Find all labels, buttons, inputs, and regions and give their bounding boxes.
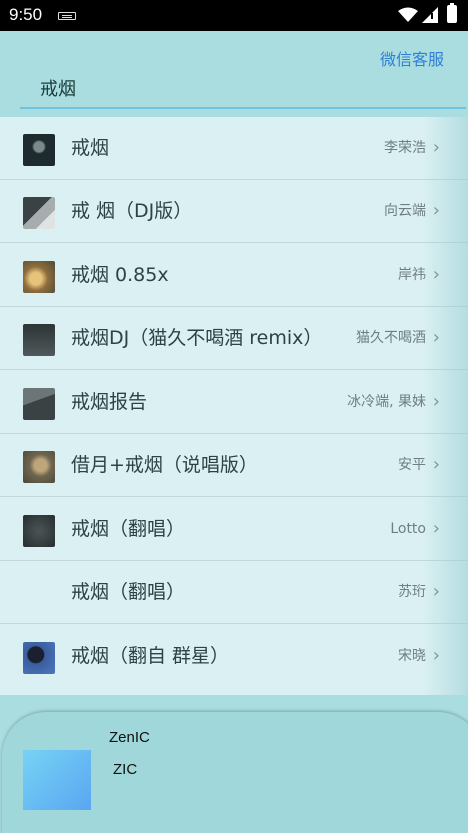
result-row[interactable]: 戒烟（翻唱） 苏珩 ›	[0, 561, 468, 624]
song-thumbnail	[23, 134, 55, 166]
player-artist: ZIC	[113, 761, 138, 778]
song-thumbnail	[23, 261, 55, 293]
wechat-service-link[interactable]: 微信客服	[380, 46, 444, 70]
status-time: 9:50	[9, 5, 43, 24]
song-thumbnail	[23, 197, 55, 229]
signal-icon	[422, 7, 438, 23]
song-title: 戒 烟（DJ版）	[71, 200, 193, 222]
song-title: 戒烟报告	[71, 391, 148, 413]
result-row[interactable]: 戒烟报告 冰冷端, 果妹 ›	[0, 371, 468, 434]
song-artist: Lotto	[390, 521, 426, 537]
search-results-list: 戒烟 李荣浩 › 戒 烟（DJ版） 向云端 › 戒烟 0.85x 岸祎 › 戒烟…	[0, 117, 468, 695]
song-thumbnail	[23, 388, 55, 420]
chevron-right-icon: ›	[432, 454, 440, 475]
song-title: 戒烟（翻自 群星）	[71, 645, 230, 667]
status-bar: 9:50	[0, 0, 468, 31]
result-row[interactable]: 戒烟DJ（猫久不喝酒 remix） 猫久不喝酒 ›	[0, 307, 468, 370]
result-row[interactable]: 戒烟（翻自 群星） 宋晓 ›	[0, 625, 468, 688]
battery-icon	[447, 3, 457, 23]
result-row[interactable]: 借月+戒烟（说唱版） 安平 ›	[0, 434, 468, 497]
chevron-right-icon: ›	[432, 264, 440, 285]
result-row[interactable]: 戒烟（翻唱） Lotto ›	[0, 498, 468, 561]
song-thumbnail	[23, 642, 55, 674]
chevron-right-icon: ›	[432, 581, 440, 602]
song-artist: 宋晓	[398, 648, 426, 664]
song-artist: 向云端	[384, 203, 426, 219]
search-header: 微信客服	[0, 31, 468, 117]
song-title: 戒烟（翻唱）	[71, 518, 186, 540]
chevron-right-icon: ›	[432, 137, 440, 158]
keyboard-icon	[58, 12, 76, 20]
chevron-right-icon: ›	[432, 327, 440, 348]
song-title: 戒烟 0.85x	[71, 264, 169, 286]
song-title: 戒烟DJ（猫久不喝酒 remix）	[71, 327, 323, 349]
song-artist: 苏珩	[398, 584, 426, 600]
player-song-title: ZenIC	[109, 729, 150, 746]
result-row[interactable]: 戒烟 李荣浩 ›	[0, 117, 468, 180]
song-artist: 猫久不喝酒	[356, 330, 426, 346]
song-thumbnail	[23, 324, 55, 356]
song-artist: 冰冷端, 果妹	[347, 394, 426, 410]
search-input[interactable]	[20, 69, 466, 109]
result-row[interactable]: 戒烟 0.85x 岸祎 ›	[0, 244, 468, 307]
wifi-icon	[398, 7, 418, 22]
album-art[interactable]	[23, 750, 91, 810]
song-title: 戒烟	[71, 137, 110, 159]
chevron-right-icon: ›	[432, 200, 440, 221]
song-title: 戒烟（翻唱）	[71, 581, 186, 603]
song-thumbnail	[23, 515, 55, 547]
chevron-right-icon: ›	[432, 518, 440, 539]
chevron-right-icon: ›	[432, 391, 440, 412]
song-title: 借月+戒烟（说唱版）	[71, 454, 258, 476]
song-thumbnail	[23, 451, 55, 483]
chevron-right-icon: ›	[432, 645, 440, 666]
song-artist: 安平	[398, 457, 426, 473]
result-row[interactable]: 戒 烟（DJ版） 向云端 ›	[0, 180, 468, 243]
song-artist: 岸祎	[398, 267, 426, 283]
song-artist: 李荣浩	[384, 140, 426, 156]
